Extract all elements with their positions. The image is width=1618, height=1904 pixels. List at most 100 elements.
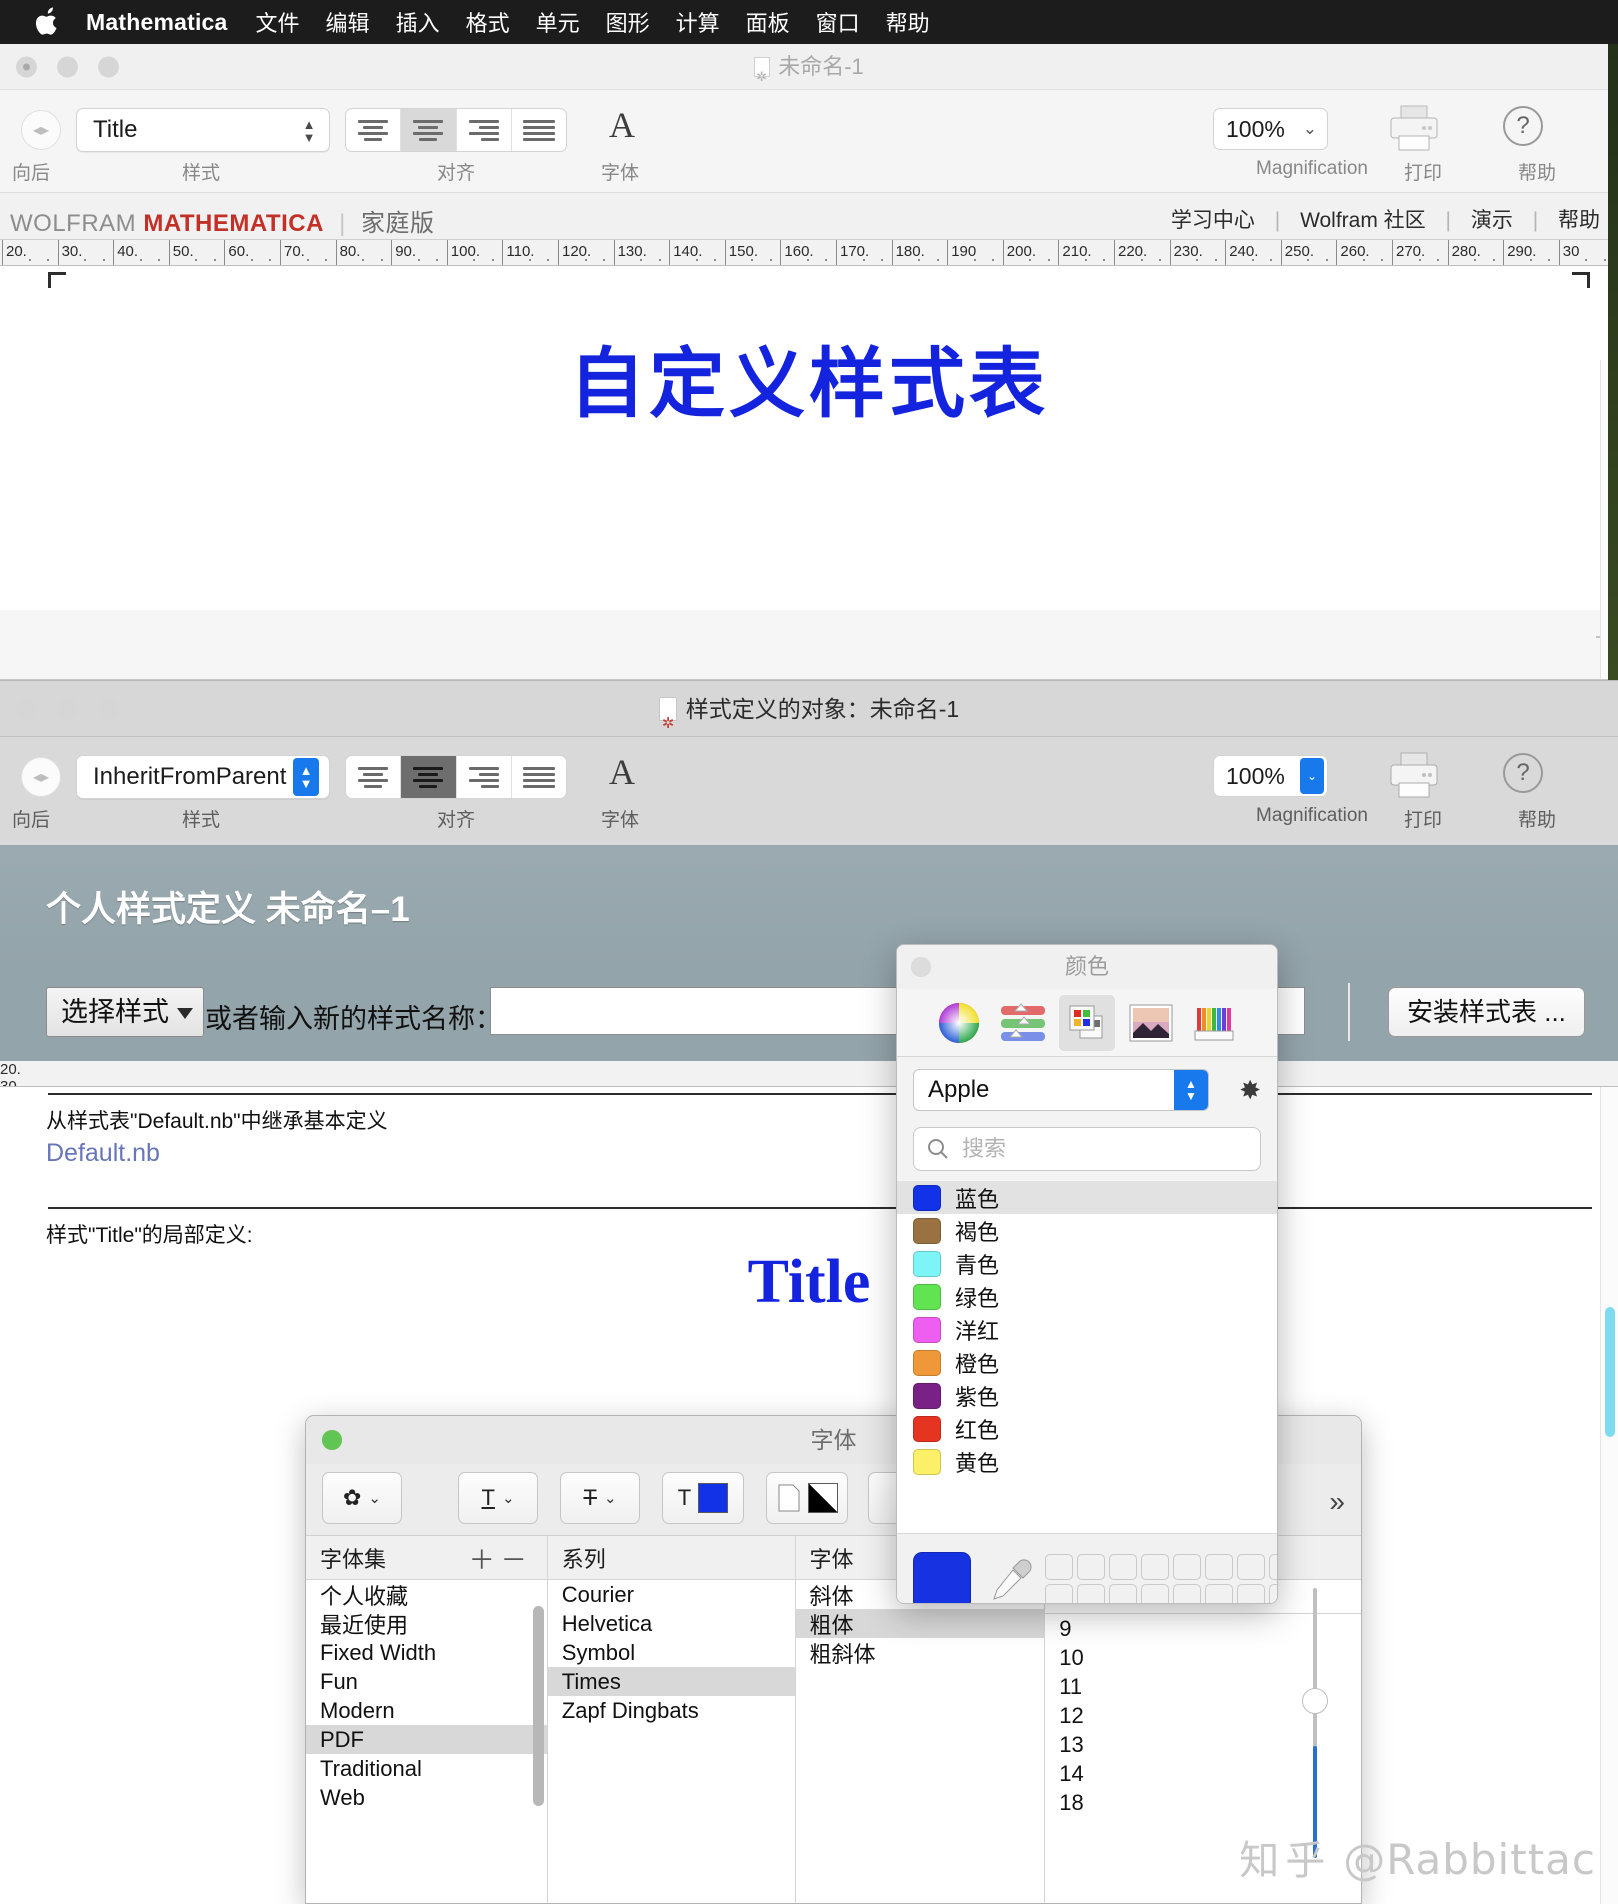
empty-swatch-cell[interactable] xyxy=(1173,1584,1201,1603)
font-collection-item[interactable]: Modern xyxy=(306,1696,547,1725)
style-inherit-dropdown[interactable]: InheritFromParent ▲ ▼ xyxy=(76,755,330,799)
color-sliders-icon[interactable] xyxy=(995,995,1051,1051)
color-list-item[interactable]: 紫色 xyxy=(897,1379,1277,1412)
color-list-item[interactable]: 褐色 xyxy=(897,1214,1277,1247)
default-stylesheet-link[interactable]: Default.nb xyxy=(46,1139,160,1168)
underline-button[interactable]: T ⌄ xyxy=(458,1472,538,1524)
chevron-updown-icon[interactable]: ▲ ▼ xyxy=(299,115,319,147)
color-list-item[interactable]: 青色 xyxy=(897,1247,1277,1280)
add-remove-collection-icons[interactable]: ＋－ xyxy=(469,1540,533,1577)
style-alignment-button-group[interactable] xyxy=(345,755,567,799)
style-back-arrow-icon[interactable]: ◂▸ xyxy=(21,757,61,797)
empty-swatch-cell[interactable] xyxy=(1237,1584,1265,1603)
empty-swatch-cell[interactable] xyxy=(1269,1554,1277,1580)
link-help[interactable]: 帮助 xyxy=(1558,209,1600,232)
font-family-list[interactable]: Courier Helvetica Symbol Times Zapf Dingbats xyxy=(547,1580,795,1725)
alignment-button-group[interactable] xyxy=(345,108,567,152)
empty-swatch-cell[interactable] xyxy=(1109,1584,1137,1603)
style-align-center-button[interactable] xyxy=(401,756,457,798)
font-actions-gear-button[interactable]: ✿ ⌄ xyxy=(322,1472,402,1524)
strikethrough-button[interactable]: T ⌄ xyxy=(560,1472,640,1524)
color-list[interactable]: 蓝色 褐色 青色 绿色 洋红 橙色 紫色 红色 黄色 xyxy=(897,1181,1277,1533)
style-align-left-button[interactable] xyxy=(346,756,402,798)
menu-insert[interactable]: 插入 xyxy=(396,6,440,38)
menu-edit[interactable]: 编辑 xyxy=(326,6,370,38)
font-collection-scrollbar[interactable] xyxy=(532,1606,544,1806)
link-wolfram-community[interactable]: Wolfram 社区 xyxy=(1300,209,1426,232)
font-family-item[interactable]: Symbol xyxy=(548,1638,795,1667)
color-picker-panel[interactable]: 颜色 Apple ▲ ▼ ✸ 搜索 蓝色 褐色 青色 绿色 洋红 橙色 紫色 红… xyxy=(896,944,1278,1604)
empty-swatch-cell[interactable] xyxy=(1205,1584,1233,1603)
apple-logo-icon[interactable] xyxy=(34,7,60,37)
empty-swatch-cell[interactable] xyxy=(1077,1584,1105,1603)
font-typeface-item[interactable]: 粗斜体 xyxy=(796,1638,1045,1667)
style-align-justify-button[interactable] xyxy=(512,756,566,798)
align-center-button[interactable] xyxy=(401,109,457,151)
style-align-right-button[interactable] xyxy=(457,756,512,798)
chevron-down-icon[interactable]: ⌄ xyxy=(1303,109,1317,149)
install-stylesheet-button[interactable]: 安装样式表 ... xyxy=(1388,987,1585,1037)
menu-palettes[interactable]: 面板 xyxy=(746,6,790,38)
question-mark-icon[interactable]: ? xyxy=(1503,106,1543,146)
font-style-icon[interactable]: A xyxy=(600,104,644,146)
style-sample-title[interactable]: Title xyxy=(0,1247,1618,1318)
document-title[interactable]: 自定义样式表 xyxy=(0,266,1618,432)
document-color-button[interactable] xyxy=(766,1472,848,1524)
style-dropdown[interactable]: Title ▲ ▼ xyxy=(76,108,330,152)
palette-dropdown[interactable]: Apple ▲ ▼ xyxy=(913,1069,1209,1111)
color-search-box[interactable]: 搜索 xyxy=(913,1127,1261,1171)
empty-swatch-cell[interactable] xyxy=(1045,1554,1073,1580)
color-list-item[interactable]: 橙色 xyxy=(897,1346,1277,1379)
menu-file[interactable]: 文件 xyxy=(256,6,300,38)
chevron-double-right-icon[interactable]: » xyxy=(1329,1486,1345,1518)
chevron-updown-icon[interactable]: ▲ ▼ xyxy=(293,758,319,796)
font-collection-item[interactable]: Fun xyxy=(306,1667,547,1696)
font-collection-item[interactable]: 最近使用 xyxy=(306,1609,547,1638)
font-family-item[interactable]: Helvetica xyxy=(548,1609,795,1638)
empty-swatch-cell[interactable] xyxy=(1205,1554,1233,1580)
align-left-button[interactable] xyxy=(346,109,402,151)
image-palettes-icon[interactable] xyxy=(1123,995,1179,1051)
empty-swatch-cell[interactable] xyxy=(1109,1554,1137,1580)
back-arrow-icon[interactable]: ◂▸ xyxy=(21,110,61,150)
font-size-slider[interactable] xyxy=(1313,1588,1317,1858)
menu-window[interactable]: 窗口 xyxy=(816,6,860,38)
font-collection-item[interactable]: Web xyxy=(306,1783,547,1812)
printer-icon[interactable] xyxy=(1385,104,1443,159)
notebook-document[interactable]: 自定义样式表 xyxy=(0,266,1618,679)
menubar-app-name[interactable]: Mathematica xyxy=(86,9,228,36)
style-vertical-scrollbar[interactable] xyxy=(1600,1087,1618,1904)
font-family-item[interactable]: Courier xyxy=(548,1580,795,1609)
chevron-down-icon[interactable]: ⌄ xyxy=(1300,758,1324,794)
empty-swatch-cell[interactable] xyxy=(1141,1554,1169,1580)
eyedropper-icon[interactable] xyxy=(989,1556,1035,1603)
recent-swatches-grid[interactable] xyxy=(1045,1554,1277,1603)
pencils-icon[interactable] xyxy=(1187,995,1243,1051)
font-collection-item[interactable]: Fixed Width xyxy=(306,1638,547,1667)
empty-swatch-cell[interactable] xyxy=(1141,1584,1169,1603)
empty-swatch-cell[interactable] xyxy=(1173,1554,1201,1580)
style-horizontal-ruler[interactable]: 20.30.40.50.60.70.80.90.100.110.120.130.… xyxy=(0,1061,1618,1087)
font-collection-list[interactable]: 个人收藏 最近使用 Fixed Width Fun Modern PDF Tradition… xyxy=(306,1580,547,1812)
color-palettes-icon[interactable] xyxy=(1059,994,1115,1051)
color-list-item[interactable]: 洋红 xyxy=(897,1313,1277,1346)
menu-help[interactable]: 帮助 xyxy=(886,6,930,38)
menu-format[interactable]: 格式 xyxy=(466,6,510,38)
align-justify-button[interactable] xyxy=(512,109,566,151)
font-collection-item[interactable]: Traditional xyxy=(306,1754,547,1783)
color-wheel-icon[interactable] xyxy=(931,995,987,1051)
font-family-item[interactable]: Times xyxy=(547,1667,795,1696)
horizontal-ruler[interactable]: 20. 30. 40. 50. 60. 70. 80. 90. 100. 110. 120. 130.… xyxy=(0,240,1618,266)
align-right-button[interactable] xyxy=(457,109,512,151)
style-question-mark-icon[interactable]: ? xyxy=(1503,753,1543,793)
empty-swatch-cell[interactable] xyxy=(1077,1554,1105,1580)
gear-icon[interactable]: ✸ xyxy=(1239,1075,1261,1106)
current-color-swatch[interactable] xyxy=(913,1552,971,1603)
color-list-item[interactable]: 绿色 xyxy=(897,1280,1277,1313)
style-printer-icon[interactable] xyxy=(1385,751,1443,806)
choose-style-button[interactable]: 选择样式 xyxy=(46,987,204,1037)
menu-evaluation[interactable]: 计算 xyxy=(676,6,720,38)
link-learning-center[interactable]: 学习中心 xyxy=(1171,209,1255,232)
text-color-button[interactable]: T xyxy=(662,1472,744,1524)
empty-swatch-cell[interactable] xyxy=(1237,1554,1265,1580)
